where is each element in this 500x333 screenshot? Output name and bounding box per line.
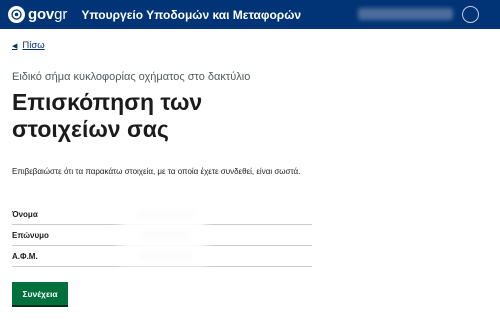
govgr-logo[interactable]: gov gr	[8, 0, 67, 29]
back-link[interactable]: ◀ Πίσω	[12, 40, 45, 51]
continue-button[interactable]: Συνέχεια	[12, 282, 68, 307]
service-caption: Ειδικό σήμα κυκλοφορίας οχήματος στο δακ…	[12, 71, 251, 83]
greek-emblem-icon	[8, 6, 25, 23]
logo-gr-text: gr	[54, 6, 68, 23]
logo-gov-text: gov	[28, 6, 55, 23]
summary-key: Α.Φ.Μ.	[12, 251, 38, 261]
chevron-left-icon: ◀	[12, 42, 18, 50]
user-name-redacted	[358, 8, 453, 20]
user-icon[interactable]	[462, 6, 479, 23]
page-title: Επισκόπηση των στοιχείων σας	[12, 89, 203, 142]
summary-key: Επώνυμο	[12, 230, 49, 240]
intro-text: Επιβεβαιώστε ότι τα παρακάτω στοιχεία, μ…	[12, 167, 301, 176]
top-header: gov gr Υπουργείο Υποδομών και Μεταφορών	[0, 0, 500, 29]
summary-key: Όνομα	[12, 209, 38, 219]
back-link-label: Πίσω	[22, 40, 45, 51]
ministry-name: Υπουργείο Υποδομών και Μεταφορών	[81, 7, 302, 22]
redaction-overlay	[120, 200, 206, 266]
